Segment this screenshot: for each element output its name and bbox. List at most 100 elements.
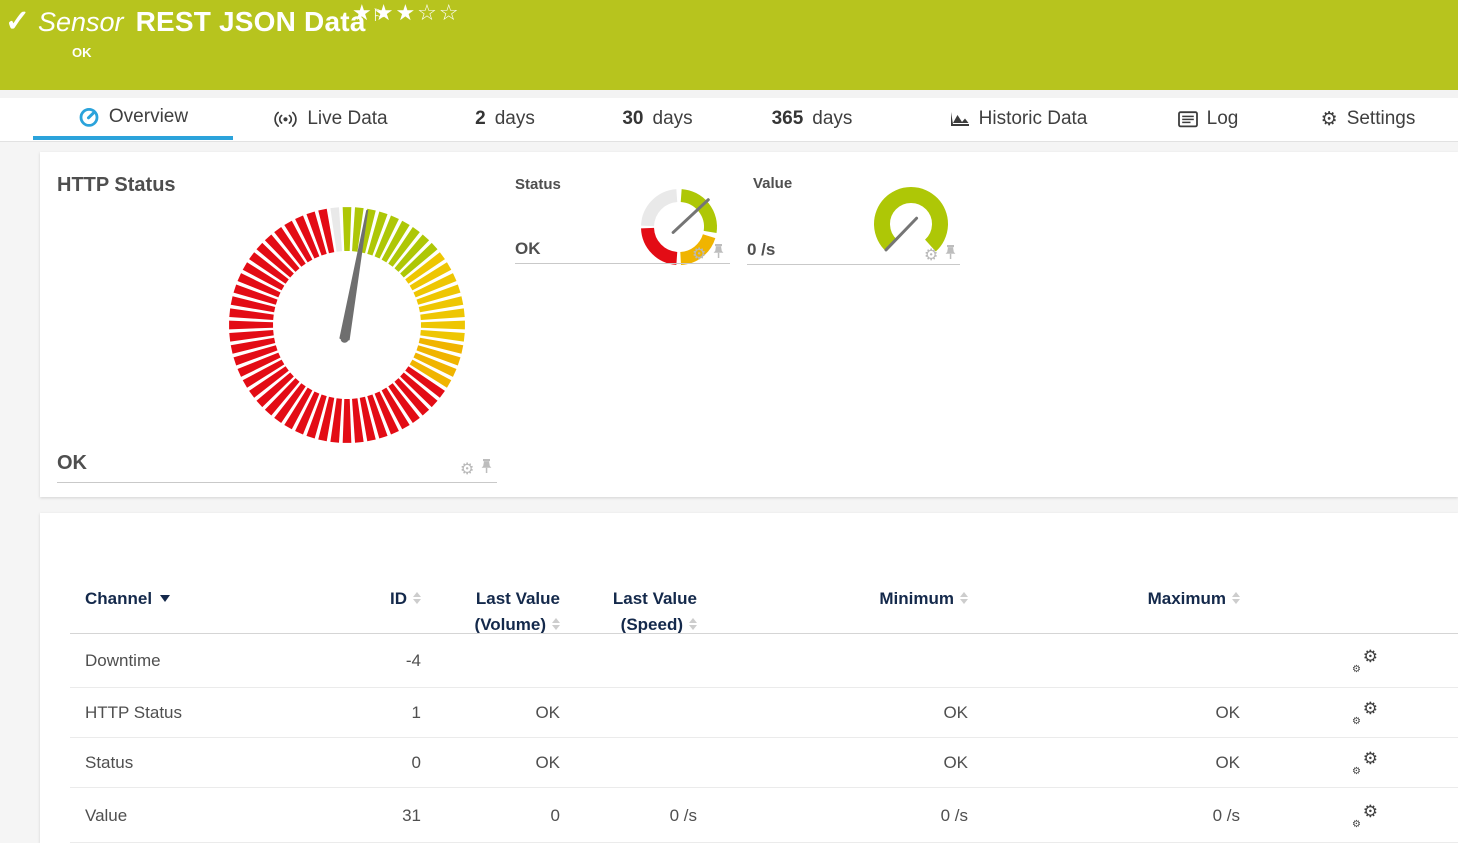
- column-label: Minimum: [879, 589, 954, 609]
- column-label: (Volume): [474, 615, 546, 635]
- gauges-card: HTTP Status OK ⚙ Status OK ⚙ Value 0 /s …: [40, 152, 1458, 497]
- cell-minimum: 0 /s: [940, 805, 968, 825]
- cell-minimum: OK: [943, 753, 968, 772]
- cell-last_volume: OK: [535, 703, 560, 722]
- page-title: REST JSON Data: [135, 6, 366, 37]
- cell-channel: Status: [85, 753, 134, 772]
- sort-desc-icon: [160, 595, 171, 603]
- prtg-sensor-page: ✓ Sensor REST JSON Data ⚐ ★★★☆☆ OK Overv…: [0, 0, 1458, 843]
- http-status-panel-title: HTTP Status: [57, 174, 176, 196]
- sort-icon: [960, 591, 968, 604]
- status-panel-title: Status: [515, 176, 561, 193]
- column-label: Channel: [85, 589, 153, 609]
- tab-label: days: [494, 108, 535, 129]
- gear-icon[interactable]: ⚙: [924, 247, 938, 263]
- header-divider: [0, 90, 1458, 98]
- tab-overview[interactable]: Overview: [33, 98, 233, 140]
- historic-data-icon: [949, 111, 970, 128]
- value-gauge-value: 0 /s: [747, 240, 776, 259]
- tab-label: Log: [1206, 108, 1239, 129]
- tab-settings[interactable]: ⚙ Settings: [1308, 98, 1428, 140]
- column-header-last_volume[interactable]: Last Value (Volume): [450, 585, 560, 637]
- gear-icon[interactable]: ⚙: [692, 246, 706, 262]
- column-header-channel[interactable]: Channel: [85, 585, 305, 611]
- value-panel-title: Value: [753, 175, 793, 192]
- settings-icon: ⚙: [1320, 107, 1338, 130]
- cell-last_volume: [450, 634, 560, 688]
- cell-id: 0: [411, 753, 421, 772]
- channel-settings-button[interactable]: ⚙ ⚙: [1335, 688, 1395, 738]
- tab-2-days[interactable]: 2 days: [450, 98, 560, 140]
- tab-365-days[interactable]: 365 days: [752, 98, 872, 140]
- tab-label: days: [652, 108, 693, 129]
- pin-icon[interactable]: [480, 459, 493, 479]
- sensor-title-row: Sensor REST JSON Data ⚐: [38, 6, 387, 38]
- cell-id: -4: [405, 651, 421, 670]
- sensor-header: ✓ Sensor REST JSON Data ⚐ ★★★☆☆ OK: [0, 0, 1458, 90]
- tab-log[interactable]: Log: [1163, 98, 1253, 140]
- channel-gear-icon[interactable]: ⚙ ⚙: [1352, 647, 1378, 675]
- sensor-ok-check-icon: ✓: [5, 5, 31, 38]
- tab-label: Live Data: [307, 108, 388, 129]
- channel-settings-button[interactable]: ⚙ ⚙: [1335, 634, 1395, 688]
- overview-icon: [78, 106, 100, 128]
- table-row: Status 0 OK OK OK ⚙ ⚙: [40, 738, 1458, 788]
- pin-icon[interactable]: [944, 245, 957, 265]
- priority-stars[interactable]: ★★★☆☆: [352, 1, 461, 26]
- cell-last_speed: [587, 688, 697, 738]
- status-panel-actions: ⚙: [692, 244, 725, 264]
- channels-table-card: Channel ID Last Value (Volume) Last Value (Sp…: [40, 513, 1458, 843]
- cell-channel: Downtime: [85, 651, 161, 670]
- cell-maximum: 0 /s: [1212, 805, 1240, 825]
- log-icon: [1177, 110, 1198, 128]
- gear-icon[interactable]: ⚙: [460, 461, 474, 477]
- channel-gear-icon[interactable]: ⚙ ⚙: [1352, 802, 1378, 830]
- table-row: Downtime -4 ⚙ ⚙: [40, 634, 1458, 688]
- column-label: ID: [390, 589, 407, 609]
- sort-icon: [689, 617, 697, 630]
- value-panel-actions: ⚙: [924, 245, 957, 265]
- tab-30-days[interactable]: 30 days: [600, 98, 715, 140]
- cell-maximum: [1110, 634, 1240, 688]
- cell-last_volume: OK: [535, 753, 560, 772]
- cell-last_volume: 0: [550, 805, 560, 825]
- column-header-minimum[interactable]: Minimum: [838, 585, 968, 611]
- tab-label: days: [812, 108, 853, 129]
- cell-maximum: OK: [1215, 753, 1240, 772]
- sensor-status-text: OK: [72, 45, 92, 60]
- table-row: HTTP Status 1 OK OK OK ⚙ ⚙: [40, 688, 1458, 738]
- panel-underline: [57, 482, 497, 483]
- table-row: Value 31 0 0 /s 0 /s 0 /s ⚙ ⚙: [40, 788, 1458, 843]
- tab-label: Historic Data: [978, 108, 1088, 129]
- cell-channel: HTTP Status: [85, 703, 182, 722]
- cell-minimum: OK: [943, 703, 968, 722]
- tab-label: Overview: [108, 106, 189, 127]
- cell-id: 31: [402, 805, 421, 825]
- column-label: (Speed): [620, 615, 683, 635]
- live-data-icon: [273, 110, 298, 129]
- channel-gear-icon[interactable]: ⚙ ⚙: [1352, 749, 1378, 777]
- cell-maximum: OK: [1215, 703, 1240, 722]
- object-kind-label: Sensor: [38, 7, 124, 37]
- cell-id: 1: [411, 703, 421, 722]
- cell-minimum: [838, 634, 968, 688]
- channel-settings-button[interactable]: ⚙ ⚙: [1335, 738, 1395, 788]
- sort-icon: [552, 617, 560, 630]
- cell-channel: Value: [85, 805, 128, 825]
- channel-gear-icon[interactable]: ⚙ ⚙: [1352, 699, 1378, 727]
- status-gauge-value: OK: [515, 239, 541, 258]
- column-header-maximum[interactable]: Maximum: [1110, 585, 1240, 611]
- tab-bar: Overview Live Data 2 days 30 days 365 days Histo…: [0, 98, 1458, 142]
- sort-icon: [1232, 591, 1240, 604]
- tab-historic-data[interactable]: Historic Data: [928, 98, 1108, 140]
- http-status-panel-actions: ⚙: [460, 459, 493, 479]
- column-header-last_speed[interactable]: Last Value (Speed): [587, 585, 697, 637]
- tab-label: Settings: [1346, 108, 1416, 129]
- column-header-id[interactable]: ID: [310, 585, 421, 611]
- tab-live-data[interactable]: Live Data: [258, 98, 403, 140]
- tab-number: 30: [622, 108, 644, 129]
- channel-settings-button[interactable]: ⚙ ⚙: [1335, 788, 1395, 843]
- pin-icon[interactable]: [712, 244, 725, 264]
- column-label: Maximum: [1147, 589, 1226, 609]
- cell-last_speed: [587, 634, 697, 688]
